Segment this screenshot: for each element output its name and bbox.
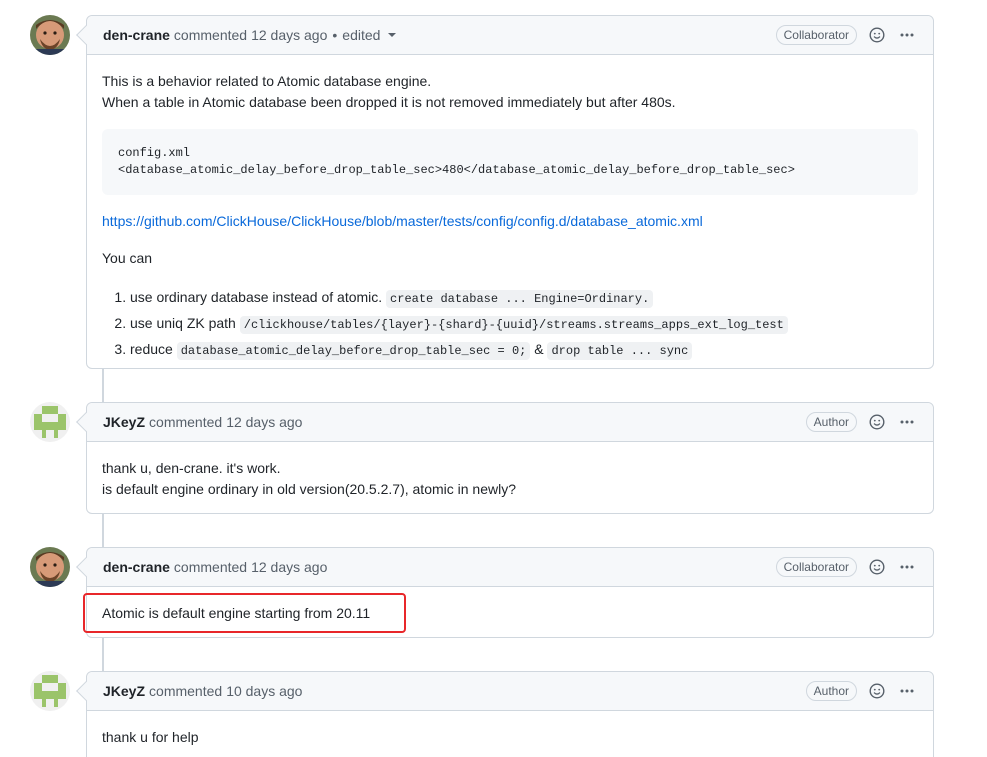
inline-code: create database ... Engine=Ordinary. — [386, 290, 654, 308]
triangle-down-icon[interactable] — [388, 33, 397, 37]
comment-body: thank u for help — [87, 711, 933, 757]
comment-timestamp[interactable]: 12 days ago — [251, 27, 327, 43]
comment-header: JKeyZ commented 12 days ago Author — [76, 403, 933, 442]
list-item-text: reduce — [130, 341, 173, 357]
avatar-jkeyz[interactable] — [30, 402, 70, 442]
code-block: config.xml <database_atomic_delay_before… — [102, 129, 918, 195]
comment-author[interactable]: JKeyZ — [103, 414, 145, 430]
highlight-box — [83, 593, 406, 633]
comment-author[interactable]: den-crane — [103, 559, 170, 575]
comment-paragraph: thank u for help — [102, 729, 199, 745]
smiley-icon[interactable] — [867, 25, 887, 45]
comment-timestamp[interactable]: 12 days ago — [251, 559, 327, 575]
comment-card: JKeyZ commented 10 days ago Author thank… — [76, 671, 934, 757]
comment-paragraph: You can — [102, 250, 153, 266]
inline-code: database_atomic_delay_before_drop_table_… — [176, 342, 531, 360]
comment-header: JKeyZ commented 10 days ago Author — [76, 672, 933, 711]
comment-card: JKeyZ commented 12 days ago Author thank… — [76, 402, 934, 516]
comment-paragraph: thank u, den-crane. it's work. — [102, 460, 281, 476]
timeline-line — [102, 638, 104, 671]
inline-code: drop table ... sync — [547, 342, 693, 360]
list-item: use uniq ZK path /clickhouse/tables/{lay… — [130, 311, 918, 337]
comment-header: den-crane commented 12 days ago • edited… — [76, 16, 933, 55]
identicon-image — [30, 402, 70, 442]
kebab-horizontal-icon[interactable] — [897, 25, 917, 45]
identicon-image — [30, 671, 70, 711]
smiley-icon[interactable] — [867, 681, 887, 701]
edited-label[interactable]: edited — [342, 27, 380, 43]
list-item: use ordinary database instead of atomic.… — [130, 285, 918, 311]
timeline-line — [102, 514, 104, 547]
list-item: reduce database_atomic_delay_before_drop… — [130, 337, 918, 363]
comment-card: den-crane commented 12 days ago • edited… — [76, 15, 934, 369]
comment-author[interactable]: den-crane — [103, 27, 170, 43]
role-badge: Collaborator — [775, 25, 857, 45]
inline-code: /clickhouse/tables/{layer}-{shard}-{uuid… — [239, 316, 788, 334]
comment-body: This is a behavior related to Atomic dat… — [87, 55, 933, 379]
comment-paragraph: is default engine ordinary in old versio… — [102, 481, 517, 497]
config-link[interactable]: https://github.com/ClickHouse/ClickHouse… — [102, 211, 918, 232]
role-badge: Author — [805, 681, 857, 701]
comment-timestamp[interactable]: 12 days ago — [226, 414, 302, 430]
role-badge: Collaborator — [775, 557, 857, 577]
list-item-text: use uniq ZK path — [130, 315, 236, 331]
kebab-horizontal-icon[interactable] — [897, 681, 917, 701]
avatar-image — [30, 15, 70, 55]
comment-header: den-crane commented 12 days ago Collabor… — [76, 548, 933, 587]
options-list: use ordinary database instead of atomic.… — [102, 285, 918, 363]
comment-action: commented — [149, 683, 223, 699]
comment-paragraph: When a table in Atomic database been dro… — [102, 94, 676, 110]
avatar-den-crane[interactable] — [30, 547, 70, 587]
avatar-jkeyz[interactable] — [30, 671, 70, 711]
kebab-horizontal-icon[interactable] — [897, 412, 917, 432]
kebab-horizontal-icon[interactable] — [897, 557, 917, 577]
comment-timestamp[interactable]: 10 days ago — [226, 683, 302, 699]
comment-paragraph: This is a behavior related to Atomic dat… — [102, 73, 432, 89]
ampersand: & — [534, 341, 544, 357]
comment-action: commented — [173, 27, 248, 43]
comment-action: commented — [149, 414, 223, 430]
comment-body: thank u, den-crane. it's work. is defaul… — [87, 442, 933, 516]
avatar-image — [30, 547, 70, 587]
smiley-icon[interactable] — [867, 557, 887, 577]
comment-action: commented — [173, 559, 248, 575]
role-badge: Author — [805, 412, 857, 432]
list-item-text: use ordinary database instead of atomic. — [130, 289, 383, 305]
comment-author[interactable]: JKeyZ — [103, 683, 145, 699]
avatar-den-crane[interactable] — [30, 15, 70, 55]
separator-dot: • — [332, 27, 338, 43]
smiley-icon[interactable] — [867, 412, 887, 432]
